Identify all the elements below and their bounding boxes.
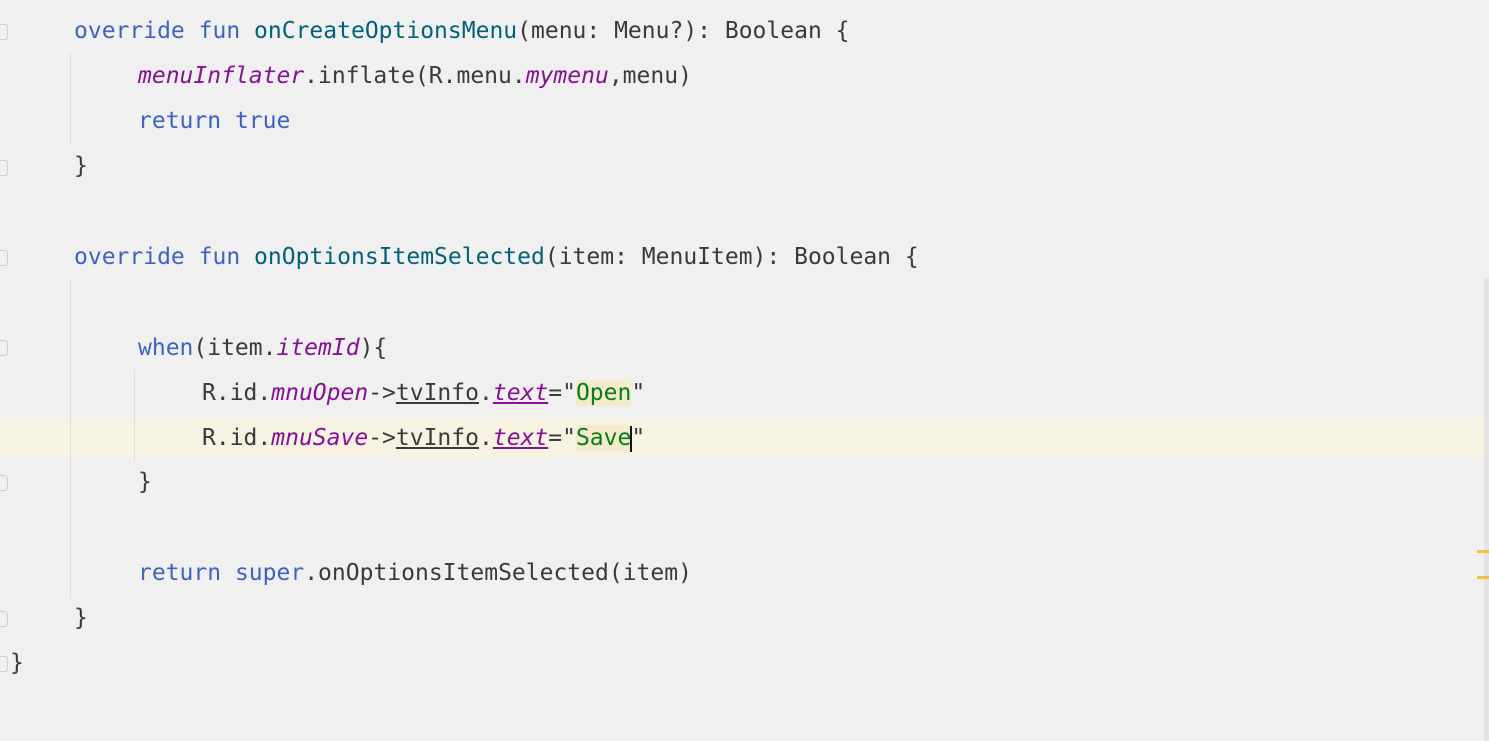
code-token: onOptionsItemSelected (254, 244, 545, 270)
code-token: tvInfo (395, 425, 479, 451)
code-token: . (478, 380, 493, 406)
code-token: override (74, 244, 185, 270)
indent-guide (134, 370, 135, 462)
code-line[interactable]: R.id.mnuOpen->tvInfo.text="Open" (202, 373, 645, 413)
code-token: mnuSave (271, 425, 369, 451)
fold-marker-icon[interactable] (0, 24, 8, 40)
code-token: menuInflater (138, 63, 305, 89)
code-token: } (74, 153, 88, 179)
code-token: fun (198, 18, 241, 44)
code-token: -> (368, 425, 396, 451)
code-token: } (10, 650, 24, 676)
code-token: super (234, 560, 305, 586)
code-line[interactable]: return super.onOptionsItemSelected(item) (138, 553, 692, 593)
code-token: R.id. (202, 425, 272, 451)
code-token: tvInfo (395, 380, 479, 406)
code-token: . (478, 425, 493, 451)
code-line[interactable]: return true (138, 101, 290, 141)
code-token: itemId (276, 335, 360, 361)
code-token: " (631, 425, 646, 451)
code-token: (menu: Menu?): Boolean { (517, 18, 850, 44)
code-line[interactable]: override fun onCreateOptionsMenu(menu: M… (74, 11, 850, 51)
code-line[interactable]: override fun onOptionsItemSelected(item:… (74, 237, 919, 277)
code-line[interactable]: menuInflater.inflate(R.menu.mymenu,menu) (138, 56, 692, 96)
code-token: override (74, 18, 185, 44)
code-token: ){ (359, 335, 388, 361)
fold-marker-icon[interactable] (0, 250, 8, 266)
fold-marker-icon[interactable] (0, 340, 8, 356)
fold-marker-icon[interactable] (0, 611, 8, 627)
code-token: onCreateOptionsMenu (254, 18, 518, 44)
code-token: (item: MenuItem): Boolean { (544, 244, 919, 270)
code-token: -> (368, 380, 396, 406)
code-token: .onOptionsItemSelected(item) (304, 560, 692, 586)
code-token: mymenu (525, 63, 609, 89)
code-token: " (631, 380, 646, 406)
code-token: Save (575, 425, 632, 451)
code-token: } (138, 469, 152, 495)
code-line[interactable]: } (138, 462, 152, 502)
code-token: text (492, 380, 549, 406)
editor-scrollbar[interactable] (1484, 278, 1489, 741)
code-token: Open (575, 380, 632, 406)
code-line[interactable]: } (10, 643, 24, 683)
code-token: true (234, 108, 291, 134)
code-token: return (138, 560, 222, 586)
fold-marker-icon[interactable] (0, 656, 8, 672)
code-token: =" (548, 425, 576, 451)
warning-marker-icon[interactable] (1477, 576, 1489, 579)
indent-guide (70, 280, 71, 598)
fold-marker-icon[interactable] (0, 475, 8, 491)
code-token: =" (548, 380, 576, 406)
code-token: mnuOpen (271, 380, 369, 406)
code-token: text (492, 425, 549, 451)
code-token: (item. (193, 335, 277, 361)
indent-guide (70, 53, 71, 145)
code-token: return (138, 108, 222, 134)
warning-marker-icon[interactable] (1477, 550, 1489, 553)
code-token: } (74, 605, 88, 631)
code-line[interactable]: } (74, 598, 88, 638)
code-token: R.id. (202, 380, 272, 406)
code-token: ,menu) (608, 63, 692, 89)
code-token: .inflate(R.menu. (304, 63, 526, 89)
fold-marker-icon[interactable] (0, 160, 8, 176)
code-line[interactable]: } (74, 146, 88, 186)
code-token: fun (198, 244, 241, 270)
code-line[interactable]: when(item.itemId){ (138, 328, 387, 368)
code-line[interactable]: R.id.mnuSave->tvInfo.text="Save" (202, 418, 645, 458)
code-token: when (138, 335, 194, 361)
code-editor[interactable]: override fun onCreateOptionsMenu(menu: M… (0, 0, 1489, 741)
